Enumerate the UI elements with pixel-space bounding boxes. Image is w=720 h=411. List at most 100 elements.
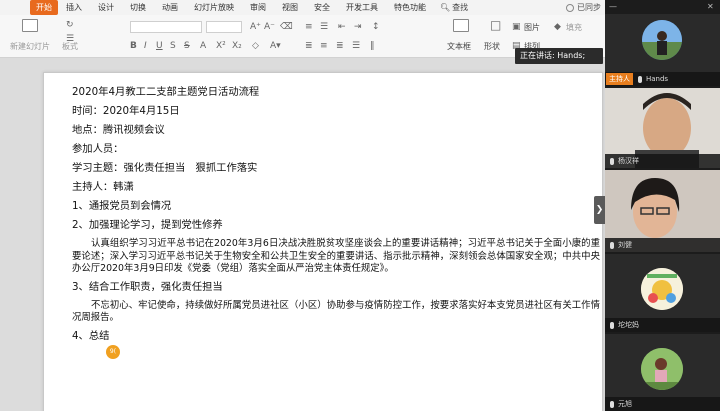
doc-host: 主持人：韩潇 [72, 181, 134, 193]
tab-review[interactable]: 审阅 [242, 0, 274, 15]
strike-icon[interactable]: S [184, 41, 190, 51]
text-box-icon[interactable] [453, 19, 469, 32]
participant-name: 杨汉祥 [618, 157, 639, 165]
fill-button[interactable]: 填充 [566, 22, 582, 33]
tab-transition[interactable]: 切换 [122, 0, 154, 15]
align-center-icon[interactable]: ≡ [320, 41, 328, 51]
font-color-icon[interactable]: A [200, 41, 206, 51]
doc-item-1: 1、通报党员到会情况 [72, 200, 172, 212]
bullet-list-icon[interactable]: ≡ [305, 22, 313, 32]
indent-increase-icon[interactable]: ⇥ [354, 22, 362, 32]
new-slide-button[interactable]: 新建幻灯片 [10, 41, 50, 52]
close-icon[interactable]: ✕ [707, 2, 714, 12]
slide-editor: 2020年4月教工二支部主题党日活动流程 时间：2020年4月15日 地点：腾讯… [0, 58, 605, 411]
mic-icon [610, 157, 614, 165]
participant-label: 坨坨妈 [605, 318, 720, 332]
image-button[interactable]: 图片 [524, 22, 540, 33]
shape-button[interactable]: 形状 [484, 41, 500, 52]
new-slide-icon[interactable] [22, 19, 38, 32]
line-spacing-icon[interactable]: ↕ [372, 22, 380, 32]
sync-status[interactable]: 已同步 [566, 2, 605, 13]
mic-icon [610, 400, 614, 408]
search-button[interactable]: 🔍︎ 查找 [440, 2, 468, 13]
tab-slideshow[interactable]: 幻灯片放映 [186, 0, 242, 15]
doc-paragraph-1: 认真组织学习习近平总书记在2020年3月6日决战决胜脱贫攻坚座谈会上的重要讲话精… [72, 238, 600, 275]
search-label: 查找 [452, 3, 469, 12]
participant-label: 主持人 Hands [605, 72, 720, 86]
doc-theme: 学习主题：强化责任担当 狠抓工作落实 [72, 162, 258, 174]
doc-attendees: 参加人员： [72, 143, 124, 155]
font-grow-icon[interactable]: A⁺ [250, 22, 261, 32]
participant-name: Hands [646, 75, 669, 83]
italic-icon[interactable]: I [144, 41, 147, 51]
tab-start[interactable]: 开始 [30, 0, 58, 15]
doc-item-3: 3、结合工作职责，强化责任担当 [72, 280, 223, 293]
floating-badge[interactable]: 9( [106, 345, 120, 359]
bold-icon[interactable]: B [130, 41, 137, 51]
underline-icon[interactable]: U [156, 41, 163, 51]
minimize-icon[interactable]: — [609, 2, 617, 12]
shape-icon[interactable]: □ [490, 19, 501, 31]
tab-insert[interactable]: 插入 [58, 0, 90, 15]
participant-name: 坨坨妈 [618, 321, 639, 329]
participant-label: 元旭 [605, 397, 720, 411]
participant-tile[interactable]: 元旭 [605, 334, 720, 411]
tab-design[interactable]: 设计 [90, 0, 122, 15]
panel-collapse-button[interactable]: ❯ [594, 196, 605, 224]
avatar [641, 268, 683, 310]
slide-text-box[interactable]: 2020年4月教工二支部主题党日活动流程 时间：2020年4月15日 地点：腾讯… [72, 83, 600, 346]
align-right-icon[interactable]: ≣ [336, 41, 344, 51]
reset-icon[interactable]: ↻ [66, 20, 74, 30]
participant-tile[interactable]: 坨坨妈 [605, 254, 720, 332]
columns-icon[interactable]: ‖ [370, 41, 375, 51]
number-list-icon[interactable]: ☰ [320, 22, 328, 32]
search-icon: 🔍︎ [440, 3, 451, 12]
format-button[interactable]: 板式 [62, 41, 78, 52]
subscript-icon[interactable]: X₂ [232, 41, 242, 51]
participant-label: 杨汉祥 [605, 154, 720, 168]
indent-decrease-icon[interactable]: ⇤ [338, 22, 346, 32]
superscript-icon[interactable]: X² [216, 41, 226, 51]
doc-time: 时间：2020年4月15日 [72, 105, 180, 117]
tab-animation[interactable]: 动画 [154, 0, 186, 15]
mic-icon [610, 241, 614, 249]
font-size-select[interactable] [206, 21, 242, 33]
highlight-icon[interactable]: ◇ [252, 41, 259, 51]
tab-developer[interactable]: 开发工具 [338, 0, 386, 15]
doc-title: 2020年4月教工二支部主题党日活动流程 [72, 86, 260, 98]
app-window: 开始 插入 设计 切换 动画 幻灯片放映 审阅 视图 安全 开发工具 特色功能 … [0, 0, 720, 411]
text-box-button[interactable]: 文本框 [447, 41, 471, 52]
sync-label: 已同步 [577, 3, 601, 12]
slide-page[interactable]: 2020年4月教工二支部主题党日活动流程 时间：2020年4月15日 地点：腾讯… [43, 72, 603, 411]
participant-tile[interactable]: 主持人 Hands [605, 14, 720, 86]
participant-tile[interactable]: 刘健 [605, 170, 720, 252]
tab-view[interactable]: 视图 [274, 0, 306, 15]
font-name-select[interactable] [130, 21, 202, 33]
tab-security[interactable]: 安全 [306, 0, 338, 15]
participant-tile[interactable]: 杨汉祥 [605, 88, 720, 168]
avatar-photo-icon [641, 348, 683, 390]
doc-paragraph-2: 不忘初心、牢记使命，持续做好所属党员进社区（小区）协助参与疫情防控工作，按要求落… [72, 299, 600, 324]
doc-item-2: 2、加强理论学习，提到党性修养 [72, 219, 223, 231]
menu-bar: 开始 插入 设计 切换 动画 幻灯片放映 审阅 视图 安全 开发工具 特色功能 … [0, 0, 605, 15]
avatar [641, 348, 683, 390]
mic-icon [638, 75, 642, 83]
chevron-right-icon: ❯ [595, 205, 604, 215]
text-effect-icon[interactable]: A▾ [270, 41, 281, 51]
shadow-icon[interactable]: S [170, 41, 176, 51]
fill-icon[interactable]: ◆ [554, 22, 561, 32]
mic-icon [610, 321, 614, 329]
align-left-icon[interactable]: ≣ [305, 41, 313, 51]
participants-panel: — ✕ 主持人 Hands 杨汉祥 刘健 坨坨妈 元旭 [605, 0, 720, 411]
clear-format-icon[interactable]: ⌫ [280, 22, 293, 32]
image-icon[interactable]: ▣ [512, 22, 521, 32]
avatar [642, 20, 682, 60]
participant-label: 刘健 [605, 238, 720, 252]
justify-icon[interactable]: ☰ [352, 41, 360, 51]
cloud-icon [566, 3, 574, 12]
font-shrink-icon[interactable]: A⁻ [264, 22, 275, 32]
participant-name: 元旭 [618, 400, 632, 408]
host-badge: 主持人 [606, 73, 633, 85]
avatar-cartoon-icon [641, 268, 683, 310]
tab-features[interactable]: 特色功能 [386, 0, 434, 15]
